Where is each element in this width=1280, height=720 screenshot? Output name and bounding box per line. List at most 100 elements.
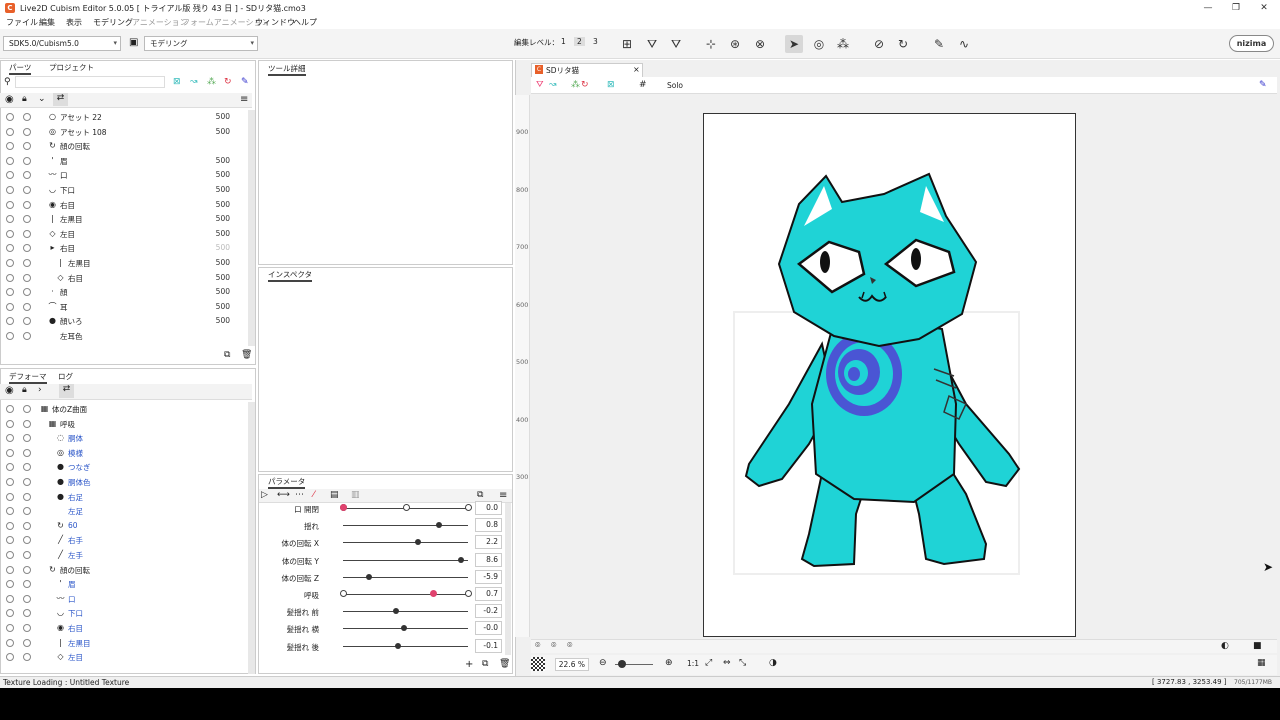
- group-icon[interactable]: ⁂: [207, 77, 216, 87]
- keyform-max-marker[interactable]: [465, 590, 472, 597]
- parts-row[interactable]: ▸ 右目 500: [0, 241, 248, 256]
- lock-toggle-icon[interactable]: [23, 273, 31, 282]
- parameter-value-input[interactable]: -0.0: [475, 621, 502, 636]
- lock-toggle-icon[interactable]: [23, 244, 31, 253]
- parts-row[interactable]: | 左黒目 500: [0, 256, 248, 271]
- tab-parts[interactable]: パーツ: [9, 62, 32, 75]
- zoom-out-icon[interactable]: ⊖: [599, 658, 607, 668]
- parts-row[interactable]: ↻ 顔の回転: [0, 139, 248, 154]
- param-copy-icon[interactable]: ⧉: [477, 490, 483, 500]
- lock-toggle-icon[interactable]: [23, 434, 31, 443]
- zoom-in-icon[interactable]: ⊕: [665, 658, 673, 668]
- lock-toggle-icon[interactable]: [23, 113, 31, 121]
- rotation-deformer-icon[interactable]: ⊛: [726, 35, 744, 53]
- tab-deformer[interactable]: デフォーマ: [9, 371, 47, 384]
- deformer-row[interactable]: ◇ 左目: [0, 650, 248, 665]
- deformer-row[interactable]: ▦ 体のZ曲面: [0, 402, 248, 417]
- tab-project[interactable]: プロジェクト: [49, 62, 94, 73]
- parameter-row[interactable]: 口 開閉 0.0: [259, 500, 504, 517]
- menu-edit[interactable]: 編集: [39, 17, 55, 28]
- parameter-slider-track[interactable]: [343, 542, 468, 544]
- deformer-row[interactable]: ◡ 下口: [0, 606, 248, 621]
- visibility-toggle-icon[interactable]: [6, 434, 14, 443]
- parameter-value-input[interactable]: 0.8: [475, 518, 502, 533]
- parameter-row[interactable]: 髪揺れ 横 -0.0: [259, 620, 504, 637]
- visibility-toggle-icon[interactable]: [6, 113, 14, 121]
- deformer-row[interactable]: ↻ 顔の回転: [0, 563, 248, 578]
- parts-row[interactable]: 〰口 500: [0, 168, 248, 183]
- visibility-toggle-icon[interactable]: [6, 244, 14, 253]
- parameter-slider-knob[interactable]: [366, 573, 373, 580]
- parameter-slider-knob[interactable]: [401, 625, 408, 632]
- edit-level-3[interactable]: 3: [593, 37, 598, 46]
- lock-toggle-icon[interactable]: [23, 478, 31, 486]
- parts-row[interactable]: ◎ アセット 108 500: [0, 125, 248, 140]
- param-group-icon[interactable]: ▤: [330, 490, 339, 500]
- edit-level-2[interactable]: 2: [574, 37, 585, 46]
- link-param-icon[interactable]: ⟷: [277, 490, 290, 500]
- visibility-toggle-icon[interactable]: [6, 127, 14, 136]
- zoom-slider-knob[interactable]: [618, 660, 626, 668]
- lock-toggle-icon[interactable]: [23, 492, 31, 501]
- parameter-value-input[interactable]: -5.9: [475, 569, 502, 584]
- visibility-toggle-icon[interactable]: [6, 536, 14, 545]
- lock-toggle-icon[interactable]: [23, 332, 31, 340]
- visibility-toggle-icon[interactable]: [6, 288, 14, 297]
- eye-icon[interactable]: ◉: [5, 94, 14, 105]
- lock-toggle-icon[interactable]: [23, 229, 31, 238]
- visibility-toggle-icon[interactable]: [6, 332, 14, 340]
- layout-icon[interactable]: ▦: [1257, 658, 1266, 668]
- param-list-icon[interactable]: ▥: [351, 490, 360, 500]
- visibility-toggle-icon[interactable]: [6, 507, 14, 516]
- keyform-max-marker[interactable]: [465, 504, 472, 511]
- parameter-slider-knob[interactable]: [395, 642, 401, 649]
- transparency-checker-icon[interactable]: [531, 657, 545, 671]
- visibility-toggle-icon[interactable]: [6, 609, 14, 618]
- parameter-slider-knob[interactable]: [457, 556, 464, 563]
- parts-row[interactable]: ◉ 右目 500: [0, 198, 248, 213]
- warp-tool-icon[interactable]: ⊘: [870, 35, 888, 53]
- deformer-row[interactable]: ▦ 呼吸: [0, 417, 248, 432]
- mesh-visibility-icon[interactable]: ⛛: [536, 80, 544, 90]
- lock-toggle-icon[interactable]: [23, 288, 31, 297]
- param-scrollbar[interactable]: [505, 503, 511, 655]
- parameter-row[interactable]: 髪揺れ 後 -0.1: [259, 638, 504, 655]
- arrow-select-icon[interactable]: ➤: [785, 35, 803, 53]
- parameter-value-input[interactable]: 2.2: [475, 535, 502, 550]
- lock-toggle-icon[interactable]: [23, 142, 31, 151]
- deformer-scrollbar[interactable]: [248, 402, 255, 674]
- parts-search-input[interactable]: [15, 76, 165, 88]
- rotate-tool-icon[interactable]: ↻: [894, 35, 912, 53]
- rotate-icon[interactable]: ↻: [581, 80, 589, 90]
- visibility-toggle-icon[interactable]: [6, 551, 14, 559]
- reset-view-icon[interactable]: ⤡: [739, 658, 746, 668]
- parameter-slider-track[interactable]: [343, 594, 468, 595]
- camera-export-icon[interactable]: ⌾: [567, 641, 572, 651]
- lock-toggle-icon[interactable]: [23, 594, 31, 603]
- parameter-slider-track[interactable]: [343, 525, 468, 527]
- trash-icon[interactable]: 🗑︎: [499, 659, 510, 669]
- visibility-toggle-icon[interactable]: [6, 273, 14, 282]
- visibility-toggle-icon[interactable]: [6, 229, 14, 238]
- copy-icon[interactable]: ⧉: [224, 350, 230, 360]
- lock-toggle-icon[interactable]: [23, 638, 31, 647]
- visibility-toggle-icon[interactable]: [6, 653, 14, 662]
- lock-toggle-icon[interactable]: [23, 463, 31, 472]
- copy-icon[interactable]: ⧉: [482, 659, 488, 669]
- visibility-toggle-icon[interactable]: [6, 463, 14, 472]
- parts-row[interactable]: ' 眉 500: [0, 154, 248, 169]
- deformer-row[interactable]: ╱ 右手: [0, 533, 248, 548]
- pin-icon[interactable]: ✎: [1259, 80, 1267, 90]
- deformer-row[interactable]: ◉ 右目: [0, 621, 248, 636]
- rotate-icon[interactable]: ↻: [224, 77, 232, 87]
- minimize-icon[interactable]: —: [1201, 2, 1215, 14]
- lock-toggle-icon[interactable]: [23, 565, 31, 574]
- parameter-row[interactable]: 体の回転 Y 8.6: [259, 552, 504, 569]
- parameter-value-input[interactable]: 0.0: [475, 501, 502, 515]
- link-icon[interactable]: ↝: [549, 80, 557, 90]
- lock-toggle-icon[interactable]: [23, 317, 31, 326]
- menu-modeling[interactable]: モデリング: [93, 17, 133, 28]
- visibility-toggle-icon[interactable]: [6, 186, 14, 194]
- lock-toggle-icon[interactable]: [23, 200, 31, 209]
- parameter-row[interactable]: 髪揺れ 前 -0.2: [259, 603, 504, 620]
